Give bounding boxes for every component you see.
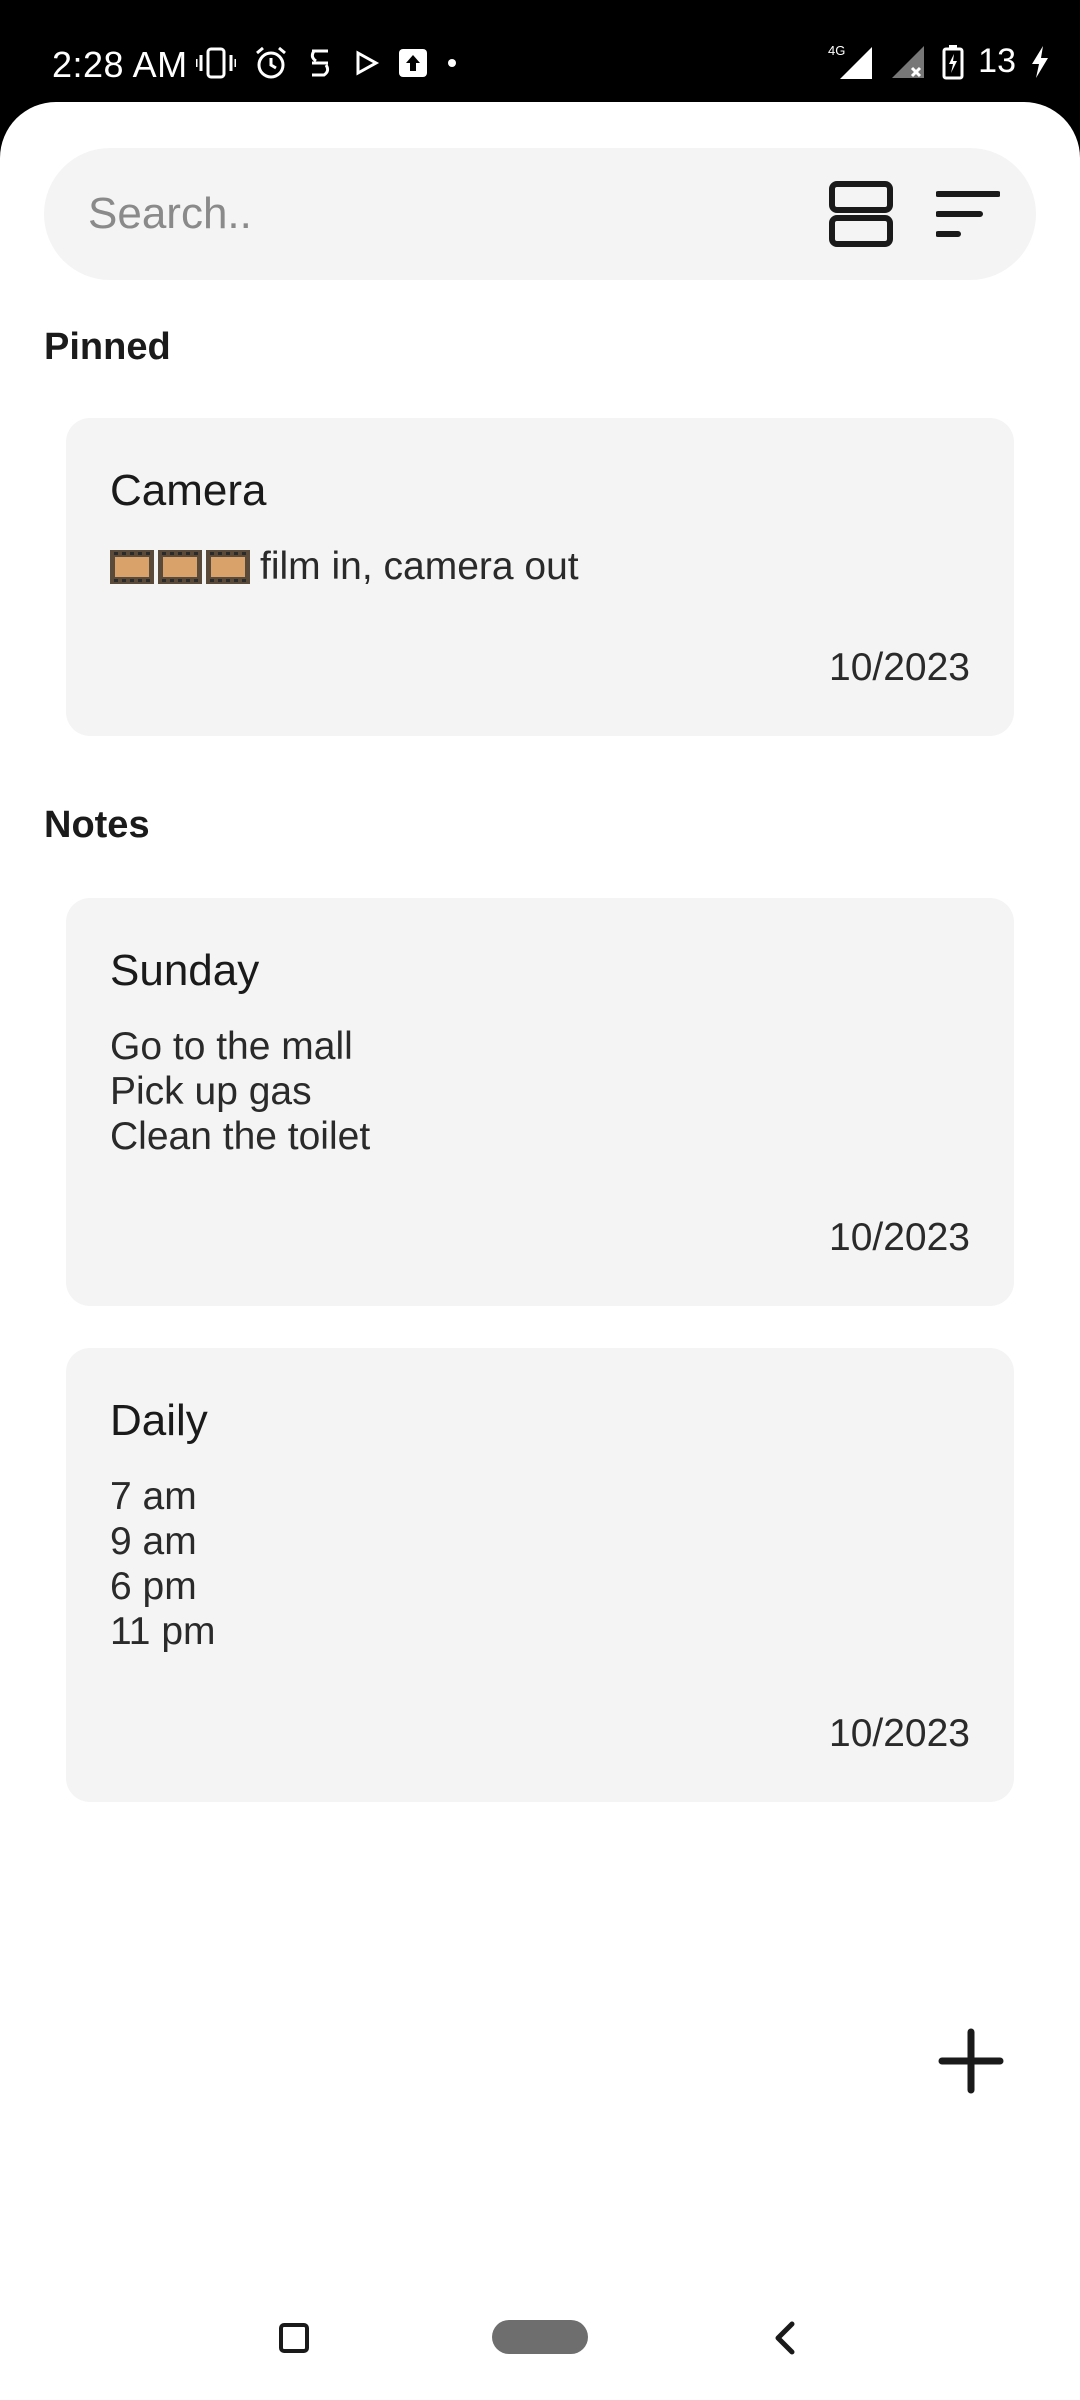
charging-bolt-icon [1032, 45, 1048, 78]
notes-screen: Pinned Camera film in, camera out 10/202… [0, 102, 1080, 2400]
back-icon[interactable] [768, 2320, 802, 2356]
navigation-bar [0, 2290, 1080, 2400]
search-input[interactable] [88, 148, 808, 280]
note-title: Camera [110, 466, 267, 515]
note-title: Daily [110, 1396, 208, 1445]
note-body: film in, camera out [110, 544, 974, 589]
note-date: 10/2023 [829, 1712, 970, 1755]
battery-level: 13 [978, 42, 1016, 80]
battery-charging-icon [942, 44, 964, 79]
film-frames-icon [110, 550, 250, 584]
view-agenda-icon[interactable] [828, 180, 894, 248]
plus-icon[interactable] [936, 2026, 1006, 2096]
no-signal-icon [892, 45, 925, 78]
alarm-icon [256, 46, 286, 79]
pinned-section-label: Pinned [44, 326, 171, 368]
recents-icon[interactable] [279, 2323, 309, 2353]
note-card[interactable]: Daily 7 am 9 am 6 pm 11 pm 10/2023 [66, 1348, 1014, 1802]
status-time: 2:28 AM [52, 44, 188, 85]
note-title: Sunday [110, 946, 260, 995]
note-body: Go to the mall Pick up gas Clean the toi… [110, 1025, 371, 1158]
notes-section-label: Notes [44, 804, 150, 846]
svg-text:4G: 4G [828, 43, 845, 58]
search-bar[interactable] [44, 148, 1036, 280]
status-bar: 2:28 AM 4G 13 [0, 0, 1080, 104]
status-notification-icons [196, 46, 458, 80]
note-body-text: film in, camera out [260, 545, 579, 588]
note-date: 10/2023 [829, 1216, 970, 1259]
home-pill-icon[interactable] [492, 2320, 588, 2354]
note-date: 10/2023 [829, 646, 970, 689]
app-notification-icon [310, 49, 330, 77]
upload-icon [399, 49, 427, 77]
signal-icon: 4G [828, 43, 873, 79]
pinned-note-card[interactable]: Camera film in, camera out 10/2023 [66, 418, 1014, 736]
note-body: 7 am 9 am 6 pm 11 pm [110, 1475, 216, 1653]
more-dot-icon [448, 59, 456, 67]
sort-icon[interactable] [936, 186, 1000, 242]
note-card[interactable]: Sunday Go to the mall Pick up gas Clean … [66, 898, 1014, 1306]
status-system-icons: 4G 13 [826, 42, 1050, 81]
play-store-icon [356, 50, 380, 76]
vibrate-icon [196, 47, 236, 79]
